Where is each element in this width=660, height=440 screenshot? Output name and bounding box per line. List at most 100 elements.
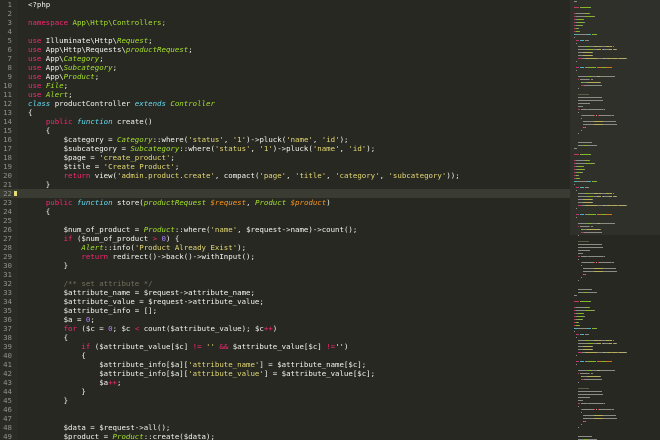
code-token: use <box>28 36 42 45</box>
code-line[interactable]: 17 $subcategory = Subcategory::where('st… <box>0 144 570 153</box>
code-line[interactable]: 38 { <box>0 333 570 342</box>
code-token: $attribute_value = $request->attribute_v… <box>28 297 264 306</box>
minimap-line <box>582 262 595 263</box>
minimap-line <box>578 94 590 95</box>
code-area[interactable]: 1 <?php 2 3 namespace App\Http\Controllers; 4… <box>0 0 570 440</box>
code-line[interactable]: 21 } <box>0 180 570 189</box>
code-line[interactable]: 10 use File; <box>0 81 570 90</box>
code-line[interactable]: 9 use App\Product; <box>0 72 570 81</box>
code-line[interactable]: 24 { <box>0 207 570 216</box>
code-line[interactable]: 43 $a++; <box>0 378 570 387</box>
code-line[interactable]: 7 use App\Category; <box>0 54 570 63</box>
minimap-line <box>582 52 592 53</box>
code-line[interactable]: 44 } <box>0 387 570 396</box>
minimap-line <box>580 361 585 362</box>
line-number: 28 <box>3 243 12 252</box>
minimap-line <box>610 67 612 68</box>
code-line[interactable]: 35 $attribute_info = []; <box>0 306 570 315</box>
minimap-line <box>615 49 617 50</box>
minimap-line <box>576 355 577 356</box>
code-line[interactable]: 42 $attribute_info[$a]['attribute_value'… <box>0 369 570 378</box>
code-line[interactable]: 29 return redirect()->back()->withInput(… <box>0 252 570 261</box>
code-line[interactable]: 30 } <box>0 261 570 270</box>
code-token: ++ <box>263 324 273 333</box>
code-line[interactable]: 47 <box>0 414 570 423</box>
code-line[interactable]: 41 $attribute_info[$a]['attribute_name']… <box>0 360 570 369</box>
code-line[interactable]: 39 if ($attribute_value[$c] != '' && $at… <box>0 342 570 351</box>
code-line[interactable]: 15 { <box>0 126 570 135</box>
code-line[interactable]: 19 $title = 'Create Product'; <box>0 162 570 171</box>
code-token: use <box>28 54 42 63</box>
code-editor[interactable]: 1 <?php 2 3 namespace App\Http\Controllers; 4… <box>0 0 660 440</box>
minimap-line <box>591 373 593 374</box>
code-token: $request <box>210 198 247 207</box>
code-line[interactable]: 25 <box>0 216 570 225</box>
code-token: 'page' <box>259 171 287 180</box>
code-line[interactable]: 14 public function create() <box>0 117 570 126</box>
code-line[interactable]: 28 Alert::info('Product Already Exist'); <box>0 243 570 252</box>
minimap-line <box>580 412 582 413</box>
code-token: { <box>28 207 51 216</box>
minimap-line <box>584 232 603 233</box>
minimap-line <box>592 202 593 203</box>
code-line[interactable]: 34 $attribute_value = $request->attribut… <box>0 297 570 306</box>
code-line[interactable]: 2 <box>0 9 570 18</box>
code-line[interactable]: 6 use App\Http\Requests\productRequest; <box>0 45 570 54</box>
code-token: } <box>28 261 69 270</box>
code-line[interactable]: 48 $data = $request->all(); <box>0 423 570 432</box>
code-line[interactable]: 49 $product = Product::create($data); <box>0 432 570 440</box>
code-token: 'Product Already Exist' <box>134 243 238 252</box>
code-token: use <box>28 81 42 90</box>
code-line[interactable]: 3 namespace App\Http\Controllers; <box>0 18 570 27</box>
minimap-line <box>588 292 598 293</box>
minimap-line <box>591 79 593 80</box>
code-line[interactable]: 32 /** set attribute */ <box>0 279 570 288</box>
code-line[interactable]: 23 public function store(productRequest … <box>0 198 570 207</box>
code-token: $title = <box>28 162 104 171</box>
minimap-line <box>578 103 590 104</box>
code-token: Product <box>63 72 95 81</box>
code-line[interactable]: 33 $attribute_name = $request->attribute… <box>0 288 570 297</box>
code-line[interactable]: 37 for ($c = 0; $c < count($attribute_va… <box>0 324 570 333</box>
code-token: ); <box>237 243 247 252</box>
minimap[interactable] <box>570 0 660 440</box>
code-line[interactable]: 46 <box>0 405 570 414</box>
code-line[interactable]: 20 return view('admin.product.create', c… <box>0 171 570 180</box>
line-number: 2 <box>7 9 12 18</box>
code-token: productController <box>50 99 135 108</box>
code-line[interactable]: 26 $num_of_product = Product::where('nam… <box>0 225 570 234</box>
code-token: for <box>63 324 77 333</box>
code-token: ; <box>188 45 193 54</box>
code-line[interactable]: 18 $page = 'create_product'; <box>0 153 570 162</box>
code-line[interactable]: 5 use Illuminate\Http\Request; <box>0 36 570 45</box>
minimap-line <box>578 325 580 326</box>
minimap-line <box>587 34 592 35</box>
code-token: Request <box>117 36 149 45</box>
minimap-line <box>578 49 587 50</box>
minimap-line <box>578 322 579 323</box>
code-line[interactable]: 45 } <box>0 396 570 405</box>
code-line[interactable]: 16 $category = Category::where('status',… <box>0 135 570 144</box>
code-token: App\ <box>41 72 64 81</box>
minimap-line <box>578 244 603 245</box>
minimap-line <box>582 172 583 173</box>
code-line[interactable]: 13 { <box>0 108 570 117</box>
code-line[interactable]: 22 <box>0 189 570 198</box>
minimap-line <box>593 124 604 125</box>
code-line[interactable]: 36 $a = 0; <box>0 315 570 324</box>
code-token: public <box>45 198 73 207</box>
code-line[interactable]: 4 <box>0 27 570 36</box>
code-line[interactable]: 8 use App\Subcategory; <box>0 63 570 72</box>
code-line[interactable]: 11 use Alert; <box>0 90 570 99</box>
code-line[interactable]: 27 if ($num_of_product > 0) { <box>0 234 570 243</box>
minimap-line <box>615 343 617 344</box>
minimap-line <box>591 226 593 227</box>
code-line[interactable]: 31 <box>0 270 570 279</box>
code-line[interactable]: 1 <?php <box>0 0 570 9</box>
line-number: 49 <box>3 432 12 440</box>
line-number: 7 <box>7 54 12 63</box>
code-token: $product = <box>28 432 113 440</box>
code-line[interactable]: 12 class productController extends Contro… <box>0 99 570 108</box>
code-line[interactable]: 40 { <box>0 351 570 360</box>
